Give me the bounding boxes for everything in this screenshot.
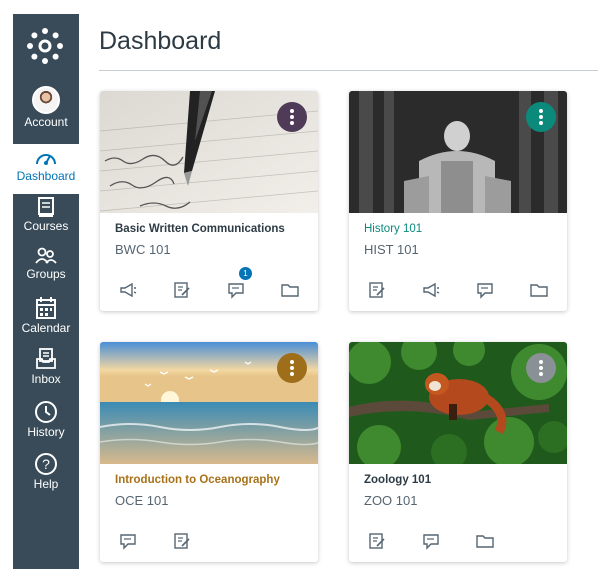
nav-dashboard[interactable]: Dashboard [13,144,79,194]
avatar [32,86,60,114]
nav-groups[interactable]: Groups [13,246,79,292]
page-title: Dashboard [99,27,222,55]
course-code: OCE 101 [115,493,169,508]
groups-icon [35,247,57,264]
assignments-icon[interactable] [173,532,191,550]
announcements-icon[interactable] [119,281,137,299]
nav-history[interactable]: History [13,400,79,450]
calendar-icon [36,297,56,319]
nav-help[interactable]: ? Help [13,452,79,502]
card-menu-button[interactable] [277,353,307,383]
nav-courses-label: Courses [23,219,69,233]
files-icon[interactable] [281,281,299,299]
courses-icon [38,197,54,217]
history-icon [35,401,57,423]
course-card-zoo[interactable]: Zoology 101 ZOO 101 [349,342,567,562]
files-icon[interactable] [476,532,494,550]
course-card-oce[interactable]: Introduction to Oceanography OCE 101 [100,342,318,562]
assignments-icon[interactable] [368,281,386,299]
nav-dashboard-label: Dashboard [16,169,76,183]
nav-calendar-label: Calendar [21,321,71,335]
assignments-icon[interactable] [173,281,191,299]
help-icon: ? [35,453,57,475]
course-code: BWC 101 [115,242,171,257]
discussions-icon[interactable] [476,281,494,299]
nav-calendar[interactable]: Calendar [13,296,79,346]
nav-history-label: History [27,425,65,439]
course-code: ZOO 101 [364,493,418,508]
course-code: HIST 101 [364,242,419,257]
canvas-logo-icon[interactable] [23,24,67,68]
assignments-icon[interactable] [368,532,386,550]
files-icon[interactable] [530,281,548,299]
global-navigation: Account Dashboard Courses Groups Calenda… [13,14,79,569]
course-title[interactable]: Zoology 101 [364,474,431,486]
nav-groups-label: Groups [26,267,66,281]
inbox-icon [36,348,56,369]
card-menu-button[interactable] [277,102,307,132]
course-title[interactable]: Basic Written Communications [115,223,285,235]
course-card-bwc[interactable]: Basic Written Communications BWC 101 1 [100,91,318,311]
discussions-icon[interactable] [119,532,137,550]
card-menu-button[interactable] [526,102,556,132]
course-title[interactable]: History 101 [364,223,422,235]
nav-account-label: Account [24,115,68,129]
discussions-icon[interactable] [227,281,245,299]
course-title[interactable]: Introduction to Oceanography [115,474,280,486]
unread-badge: 1 [239,267,252,280]
card-menu-button[interactable] [526,353,556,383]
dashboard-icon [36,154,56,165]
svg-text:?: ? [42,456,50,472]
course-card-hist[interactable]: History 101 HIST 101 [349,91,567,311]
discussions-icon[interactable] [422,532,440,550]
nav-account[interactable]: Account [13,86,79,138]
announcements-icon[interactable] [422,281,440,299]
nav-inbox[interactable]: Inbox [13,347,79,397]
header-divider [99,70,598,71]
nav-courses[interactable]: Courses [13,196,79,242]
nav-inbox-label: Inbox [31,372,61,386]
nav-help-label: Help [33,477,59,491]
